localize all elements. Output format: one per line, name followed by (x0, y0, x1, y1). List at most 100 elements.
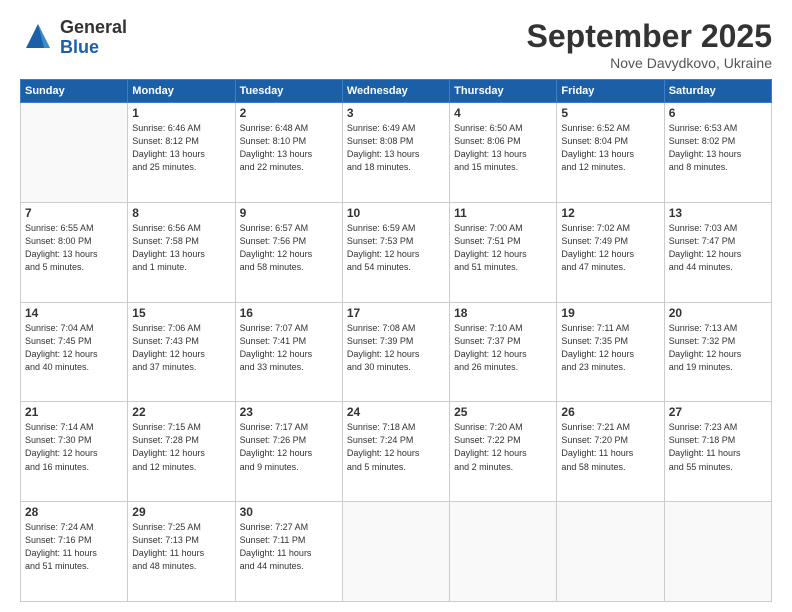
day-cell: 19 Sunrise: 7:11 AM Sunset: 7:35 PM Dayli… (557, 302, 664, 402)
day-number: 19 (561, 306, 659, 320)
day-number: 2 (240, 106, 338, 120)
weekday-header-friday: Friday (557, 80, 664, 103)
day-number: 6 (669, 106, 767, 120)
day-cell: 6Sunrise: 6:53 AM Sunset: 8:02 PM Daylig… (664, 103, 771, 203)
day-info: Sunrise: 7:03 AM Sunset: 7:47 PM Dayligh… (669, 222, 767, 274)
day-number: 3 (347, 106, 445, 120)
day-cell (664, 502, 771, 602)
day-number: 4 (454, 106, 552, 120)
weekday-header-tuesday: Tuesday (235, 80, 342, 103)
day-info: Sunrise: 7:14 AM Sunset: 7:30 PM Dayligh… (25, 421, 123, 473)
day-cell: 13 Sunrise: 7:03 AM Sunset: 7:47 PM Dayli… (664, 202, 771, 302)
logo-blue: Blue (60, 38, 127, 58)
day-info: Sunrise: 7:07 AM Sunset: 7:41 PM Dayligh… (240, 322, 338, 374)
day-info: Sunrise: 7:00 AM Sunset: 7:51 PM Dayligh… (454, 222, 552, 274)
day-info: Sunrise: 7:13 AM Sunset: 7:32 PM Dayligh… (669, 322, 767, 374)
day-info: Sunrise: 7:20 AM Sunset: 7:22 PM Dayligh… (454, 421, 552, 473)
day-cell (342, 502, 449, 602)
day-info: Sunrise: 7:02 AM Sunset: 7:49 PM Dayligh… (561, 222, 659, 274)
day-cell: 27Sunrise: 7:23 AM Sunset: 7:18 PM Dayli… (664, 402, 771, 502)
day-info: Sunrise: 7:11 AM Sunset: 7:35 PM Dayligh… (561, 322, 659, 374)
day-info: Sunrise: 7:27 AM Sunset: 7:11 PM Dayligh… (240, 521, 338, 573)
day-info: Sunrise: 7:25 AM Sunset: 7:13 PM Dayligh… (132, 521, 230, 573)
day-info: Sunrise: 6:50 AM Sunset: 8:06 PM Dayligh… (454, 122, 552, 174)
day-number: 30 (240, 505, 338, 519)
day-info: Sunrise: 7:10 AM Sunset: 7:37 PM Dayligh… (454, 322, 552, 374)
day-info: Sunrise: 7:21 AM Sunset: 7:20 PM Dayligh… (561, 421, 659, 473)
day-cell: 2 Sunrise: 6:48 AM Sunset: 8:10 PM Daylig… (235, 103, 342, 203)
day-number: 25 (454, 405, 552, 419)
day-number: 29 (132, 505, 230, 519)
day-cell: 15 Sunrise: 7:06 AM Sunset: 7:43 PM Dayli… (128, 302, 235, 402)
day-info: Sunrise: 7:04 AM Sunset: 7:45 PM Dayligh… (25, 322, 123, 374)
day-number: 12 (561, 206, 659, 220)
day-cell: 9 Sunrise: 6:57 AM Sunset: 7:56 PM Daylig… (235, 202, 342, 302)
day-number: 9 (240, 206, 338, 220)
day-info: Sunrise: 6:57 AM Sunset: 7:56 PM Dayligh… (240, 222, 338, 274)
day-number: 1 (132, 106, 230, 120)
logo-text: General Blue (60, 18, 127, 58)
week-row-2: 7Sunrise: 6:55 AM Sunset: 8:00 PM Daylig… (21, 202, 772, 302)
day-cell: 14 Sunrise: 7:04 AM Sunset: 7:45 PM Dayli… (21, 302, 128, 402)
day-number: 24 (347, 405, 445, 419)
day-cell: 4 Sunrise: 6:50 AM Sunset: 8:06 PM Daylig… (450, 103, 557, 203)
day-cell: 12 Sunrise: 7:02 AM Sunset: 7:49 PM Dayli… (557, 202, 664, 302)
week-row-1: 1 Sunrise: 6:46 AM Sunset: 8:12 PM Daylig… (21, 103, 772, 203)
day-cell: 22Sunrise: 7:15 AM Sunset: 7:28 PM Dayli… (128, 402, 235, 502)
day-cell: 16 Sunrise: 7:07 AM Sunset: 7:41 PM Dayli… (235, 302, 342, 402)
day-number: 22 (132, 405, 230, 419)
day-info: Sunrise: 7:17 AM Sunset: 7:26 PM Dayligh… (240, 421, 338, 473)
day-info: Sunrise: 7:06 AM Sunset: 7:43 PM Dayligh… (132, 322, 230, 374)
day-info: Sunrise: 7:18 AM Sunset: 7:24 PM Dayligh… (347, 421, 445, 473)
day-number: 27 (669, 405, 767, 419)
day-number: 14 (25, 306, 123, 320)
day-number: 21 (25, 405, 123, 419)
day-cell: 5 Sunrise: 6:52 AM Sunset: 8:04 PM Daylig… (557, 103, 664, 203)
day-cell: 18Sunrise: 7:10 AM Sunset: 7:37 PM Dayli… (450, 302, 557, 402)
day-cell: 26 Sunrise: 7:21 AM Sunset: 7:20 PM Dayli… (557, 402, 664, 502)
day-info: Sunrise: 6:48 AM Sunset: 8:10 PM Dayligh… (240, 122, 338, 174)
day-info: Sunrise: 6:52 AM Sunset: 8:04 PM Dayligh… (561, 122, 659, 174)
day-number: 20 (669, 306, 767, 320)
day-number: 15 (132, 306, 230, 320)
day-number: 13 (669, 206, 767, 220)
day-info: Sunrise: 7:08 AM Sunset: 7:39 PM Dayligh… (347, 322, 445, 374)
weekday-header-thursday: Thursday (450, 80, 557, 103)
day-cell: 30 Sunrise: 7:27 AM Sunset: 7:11 PM Dayli… (235, 502, 342, 602)
header: General Blue September 2025 Nove Davydko… (20, 18, 772, 71)
logo: General Blue (20, 18, 127, 58)
day-cell: 11Sunrise: 7:00 AM Sunset: 7:51 PM Dayli… (450, 202, 557, 302)
day-cell: 23 Sunrise: 7:17 AM Sunset: 7:26 PM Dayli… (235, 402, 342, 502)
month-title: September 2025 (527, 18, 772, 55)
day-number: 8 (132, 206, 230, 220)
day-cell (21, 103, 128, 203)
day-info: Sunrise: 6:46 AM Sunset: 8:12 PM Dayligh… (132, 122, 230, 174)
day-number: 7 (25, 206, 123, 220)
page: General Blue September 2025 Nove Davydko… (0, 0, 792, 612)
week-row-4: 21 Sunrise: 7:14 AM Sunset: 7:30 PM Dayli… (21, 402, 772, 502)
day-info: Sunrise: 6:49 AM Sunset: 8:08 PM Dayligh… (347, 122, 445, 174)
day-cell: 7Sunrise: 6:55 AM Sunset: 8:00 PM Daylig… (21, 202, 128, 302)
location-title: Nove Davydkovo, Ukraine (527, 55, 772, 71)
day-number: 28 (25, 505, 123, 519)
weekday-header-monday: Monday (128, 80, 235, 103)
day-cell: 29 Sunrise: 7:25 AM Sunset: 7:13 PM Dayli… (128, 502, 235, 602)
day-number: 23 (240, 405, 338, 419)
day-cell: 24 Sunrise: 7:18 AM Sunset: 7:24 PM Dayli… (342, 402, 449, 502)
day-cell (450, 502, 557, 602)
day-number: 16 (240, 306, 338, 320)
weekday-header-wednesday: Wednesday (342, 80, 449, 103)
week-row-5: 28Sunrise: 7:24 AM Sunset: 7:16 PM Dayli… (21, 502, 772, 602)
day-info: Sunrise: 6:56 AM Sunset: 7:58 PM Dayligh… (132, 222, 230, 274)
week-row-3: 14 Sunrise: 7:04 AM Sunset: 7:45 PM Dayli… (21, 302, 772, 402)
day-cell: 8 Sunrise: 6:56 AM Sunset: 7:58 PM Daylig… (128, 202, 235, 302)
day-cell: 20 Sunrise: 7:13 AM Sunset: 7:32 PM Dayli… (664, 302, 771, 402)
day-number: 26 (561, 405, 659, 419)
day-cell: 28Sunrise: 7:24 AM Sunset: 7:16 PM Dayli… (21, 502, 128, 602)
day-number: 5 (561, 106, 659, 120)
day-cell: 25 Sunrise: 7:20 AM Sunset: 7:22 PM Dayli… (450, 402, 557, 502)
day-number: 10 (347, 206, 445, 220)
day-info: Sunrise: 6:59 AM Sunset: 7:53 PM Dayligh… (347, 222, 445, 274)
weekday-header-row: SundayMondayTuesdayWednesdayThursdayFrid… (21, 80, 772, 103)
day-cell: 1 Sunrise: 6:46 AM Sunset: 8:12 PM Daylig… (128, 103, 235, 203)
